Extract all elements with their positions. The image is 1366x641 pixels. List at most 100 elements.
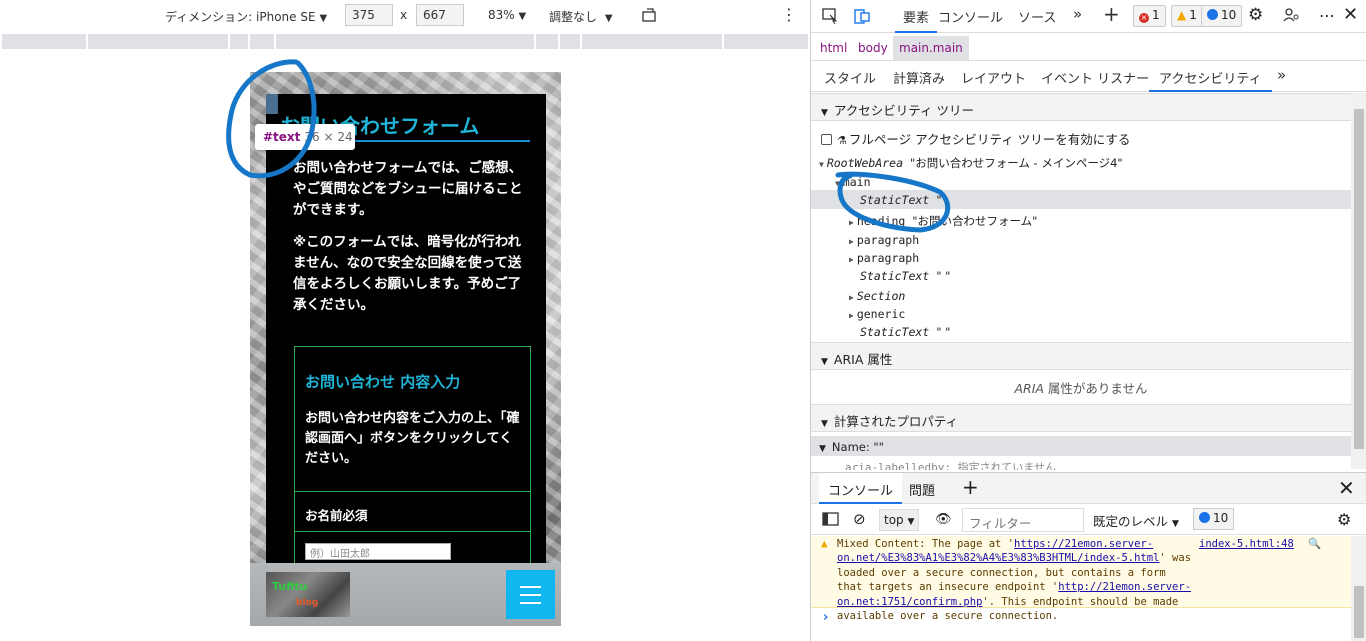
media-query-ruler[interactable] — [2, 34, 808, 49]
subtab-computed[interactable]: 計算済み — [893, 68, 945, 87]
customize-icon[interactable] — [1282, 6, 1300, 24]
triangle-down-icon: ▼ — [819, 160, 824, 169]
triangle-right-icon: ▶ — [849, 237, 854, 246]
node-role: StaticText — [860, 269, 930, 283]
a11y-tree-header[interactable]: ▼ アクセシビリティ ツリー — [811, 93, 1351, 121]
devtools-panel: 要素 コンソール ソース » + × 1 ▲ 1 10 ⚙ ⋯ ✕ html bod… — [810, 0, 1366, 641]
context-selector[interactable]: top ▼ — [879, 509, 920, 531]
triangle-down-icon: ▼ — [821, 419, 828, 429]
width-input[interactable]: 375 — [345, 4, 393, 26]
node-role: Section — [856, 289, 906, 303]
subtab-layout[interactable]: レイアウト — [961, 68, 1026, 87]
scrollbar-thumb[interactable] — [1354, 109, 1364, 449]
node-name: " " — [936, 269, 951, 283]
scrollbar[interactable] — [1351, 93, 1366, 469]
message-count-badge[interactable]: 10 — [1193, 508, 1235, 530]
caret-down-icon: ▼ — [907, 517, 915, 527]
tree-node-section[interactable]: ▶ Section — [849, 289, 905, 303]
empty-text: 属性がありません — [1043, 381, 1148, 396]
fullpage-tree-checkbox[interactable]: ⚗ フルページ アクセシビリティ ツリーを有効にする — [821, 129, 1130, 148]
triangle-down-icon: ▼ — [821, 357, 828, 367]
scrollbar-thumb[interactable] — [1354, 586, 1364, 638]
height-input[interactable]: 667 — [416, 4, 464, 26]
tooltip-tag: #text — [263, 130, 301, 144]
inspect-icon[interactable] — [821, 7, 839, 25]
sidebar-toggle-icon[interactable] — [822, 512, 839, 529]
breadcrumb-main[interactable]: main.main — [893, 36, 969, 60]
screen: ディメンション: iPhone SE ▼ 375 x 667 83% ▼ 調整なし… — [0, 0, 1366, 641]
close-icon[interactable]: ✕ — [1343, 4, 1358, 25]
throttle-dropdown[interactable]: 調整なし ▼ — [549, 8, 613, 25]
breadcrumb-body[interactable]: body — [858, 41, 888, 55]
form-description: お問い合わせ内容をご入力の上、「確認画面へ」ボタンをクリックしてください。 — [305, 411, 520, 466]
tab-sources[interactable]: ソース — [1018, 7, 1056, 26]
node-role: main — [842, 175, 871, 189]
tree-node-heading[interactable]: ▶ heading "お問い合わせフォーム" — [849, 213, 1037, 229]
filter-input[interactable]: フィルター — [962, 508, 1084, 532]
computed-properties-header[interactable]: ▼ 計算されたプロパティ — [811, 404, 1351, 432]
footer-bar: Tufitu blog — [250, 563, 561, 626]
more-options-icon[interactable]: ⋯ — [1319, 6, 1335, 25]
close-drawer-icon[interactable]: ✕ — [1338, 476, 1355, 500]
warning-icon: ▲ — [821, 537, 828, 550]
more-tabs-icon[interactable]: » — [1073, 5, 1082, 23]
phone-viewport[interactable]: お問い合わせフォーム お問い合わせフォームでは、ご感想、やご質問などをブシューに… — [250, 72, 561, 626]
tree-node-generic[interactable]: ▶ generic — [849, 307, 905, 321]
breadcrumb-html[interactable]: html — [820, 41, 847, 55]
tree-node-statictext[interactable]: StaticText " — [860, 193, 941, 207]
device-toolbar-icon[interactable] — [853, 7, 871, 25]
name-input[interactable]: 例）山田太郎 — [305, 543, 451, 560]
source-link[interactable]: index-5.html:48 — [1199, 537, 1294, 551]
tree-node-paragraph[interactable]: ▶ paragraph — [849, 233, 919, 247]
rotate-icon[interactable] — [641, 7, 659, 23]
checkbox[interactable] — [821, 134, 832, 145]
triangle-right-icon: ▶ — [849, 255, 854, 264]
subtab-accessibility[interactable]: アクセシビリティ — [1149, 62, 1272, 92]
tab-console[interactable]: コンソール — [938, 7, 1003, 26]
node-name: "お問い合わせフォーム" — [912, 214, 1038, 228]
subtab-styles[interactable]: スタイル — [824, 68, 876, 87]
info-count-badge[interactable]: 10 — [1201, 5, 1243, 27]
node-name: "お問い合わせフォーム - メインページ4" — [909, 156, 1123, 170]
caret-down-icon: ▼ — [604, 13, 613, 24]
device-emulation-pane: ディメンション: iPhone SE ▼ 375 x 667 83% ▼ 調整なし… — [0, 0, 810, 641]
triangle-right-icon: ▶ — [849, 293, 854, 302]
tooltip-size: 36 × 24 — [304, 130, 353, 144]
info-icon — [1199, 512, 1210, 523]
console-settings-gear-icon[interactable]: ⚙ — [1337, 510, 1351, 529]
more-subtabs-icon[interactable]: » — [1277, 66, 1286, 84]
triangle-right-icon: ▶ — [849, 311, 854, 320]
zoom-dropdown[interactable]: 83% ▼ — [488, 8, 526, 22]
drawer-tab-issues[interactable]: 問題 — [909, 480, 935, 499]
aria-attributes-header[interactable]: ▼ ARIA 属性 — [811, 342, 1351, 370]
add-tab-icon[interactable]: + — [1103, 2, 1120, 26]
triangle-down-icon: ▼ — [819, 444, 826, 454]
clear-console-icon[interactable]: ⊘ — [853, 510, 866, 528]
search-icon[interactable]: 🔍 — [1308, 537, 1321, 551]
tree-node-paragraph[interactable]: ▶ paragraph — [849, 251, 919, 265]
drawer-tab-console[interactable]: コンソール — [819, 473, 903, 504]
hamburger-menu-button[interactable] — [506, 570, 555, 619]
log-levels-dropdown[interactable]: 既定のレベル ▼ — [1093, 511, 1179, 530]
caret-down-icon: ▼ — [1172, 519, 1179, 529]
tab-elements[interactable]: 要素 — [895, 0, 938, 33]
warning-count-badge[interactable]: ▲ 1 — [1171, 5, 1203, 27]
console-scrollbar[interactable] — [1351, 536, 1366, 641]
subtab-event-listeners[interactable]: イベント リスナー — [1041, 68, 1149, 87]
info-icon — [1207, 9, 1218, 20]
console-prompt[interactable]: › — [823, 610, 828, 625]
more-options-icon[interactable]: ⋮ — [781, 5, 798, 24]
tree-node-statictext[interactable]: StaticText " " — [860, 325, 950, 339]
add-drawer-tab-icon[interactable]: + — [962, 475, 979, 499]
site-logo[interactable]: Tufitu blog — [266, 572, 350, 617]
dimension-dropdown[interactable]: ディメンション: iPhone SE ▼ — [165, 8, 327, 25]
node-role: generic — [856, 307, 906, 321]
tree-node-root[interactable]: ▼ RootWebArea "お問い合わせフォーム - メインページ4" — [819, 155, 1123, 171]
error-count-badge[interactable]: × 1 — [1133, 5, 1166, 27]
tree-node-main[interactable]: ▼ main — [835, 175, 871, 189]
tree-node-statictext[interactable]: StaticText " " — [860, 269, 950, 283]
computed-name-row[interactable]: ▼ Name: "" — [811, 436, 1351, 456]
live-expression-eye-icon[interactable]: 👁 — [935, 512, 952, 527]
settings-gear-icon[interactable]: ⚙ — [1248, 5, 1266, 25]
dimension-label: ディメンション: iPhone SE — [165, 10, 316, 24]
